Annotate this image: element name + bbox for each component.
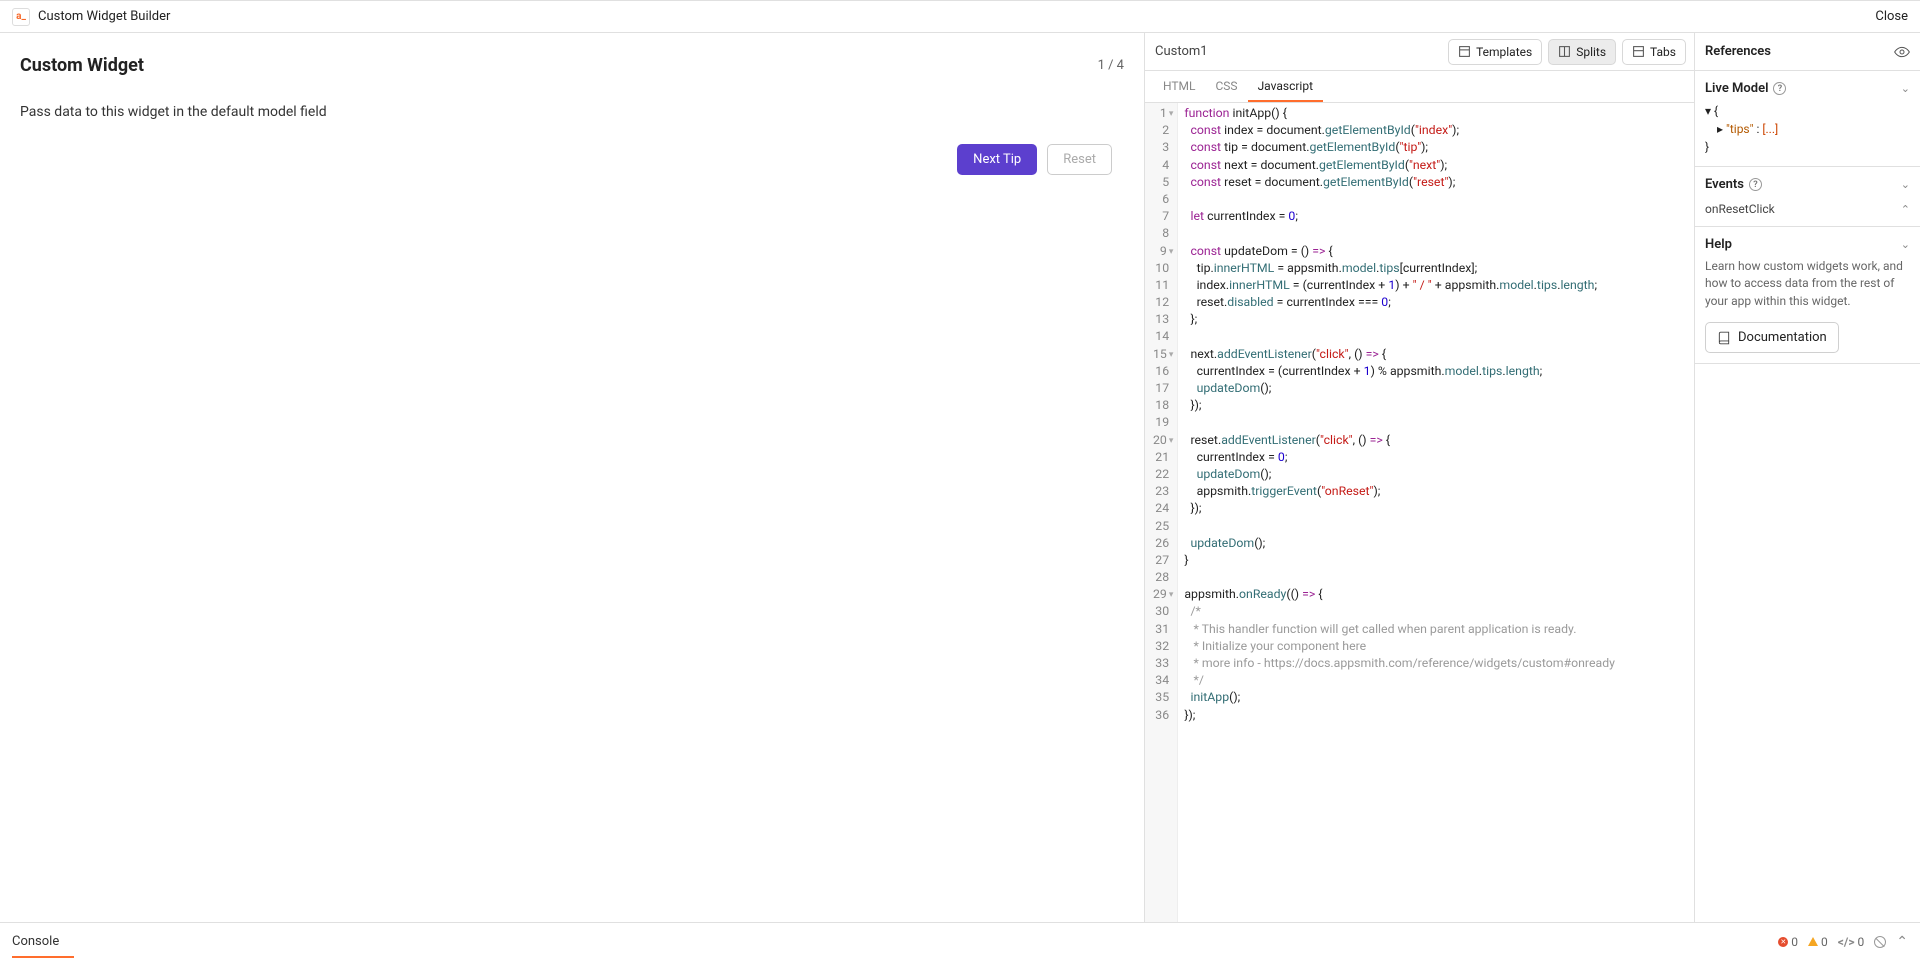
references-panel: References Live Model ? ⌄ ▾ { ▸ "tips" :…: [1695, 33, 1920, 922]
live-model-header[interactable]: Live Model ? ⌄: [1705, 81, 1910, 96]
chevron-down-icon: ⌄: [1901, 82, 1910, 95]
book-icon: [1717, 331, 1731, 345]
widget-name: Custom1: [1155, 44, 1208, 59]
clear-icon[interactable]: [1874, 936, 1886, 948]
tab-javascript[interactable]: Javascript: [1248, 71, 1323, 102]
app-header: a_ Custom Widget Builder Close: [0, 0, 1920, 33]
tabs-icon: [1632, 45, 1645, 58]
visibility-icon[interactable]: [1894, 44, 1910, 60]
references-title: References: [1705, 44, 1771, 59]
splits-icon: [1558, 45, 1571, 58]
next-tip-button[interactable]: Next Tip: [957, 144, 1037, 175]
tip-text: Pass data to this widget in the default …: [20, 104, 1124, 120]
chevron-down-icon: ⌄: [1901, 178, 1910, 191]
editor-panel: Custom1 Templates Splits Tabs HTML CSS J…: [1145, 33, 1695, 922]
console-tab[interactable]: Console: [12, 934, 59, 949]
live-model-section: Live Model ? ⌄ ▾ { ▸ "tips" : [...] }: [1695, 71, 1920, 167]
code-editor[interactable]: 1▾2 3 4 5 6 7 8 9▾10 11 12 13 14 15▾16 1…: [1145, 103, 1694, 922]
chevron-up-icon[interactable]: ⌃: [1896, 934, 1908, 950]
editor-tabs: HTML CSS Javascript: [1145, 71, 1694, 103]
help-icon[interactable]: ?: [1749, 178, 1762, 191]
appsmith-logo-icon: a_: [12, 8, 30, 26]
event-item[interactable]: onResetClick ⌃: [1705, 198, 1910, 216]
templates-icon: [1458, 45, 1471, 58]
error-count: ✕0: [1778, 935, 1798, 949]
widget-title: Custom Widget: [20, 55, 144, 76]
tab-html[interactable]: HTML: [1153, 71, 1206, 102]
documentation-button[interactable]: Documentation: [1705, 322, 1839, 353]
events-section: Events ? ⌄ onResetClick ⌃: [1695, 167, 1920, 227]
console-bar: Console ✕0 0 </>0 ⌃: [0, 922, 1920, 960]
info-count: </>0: [1838, 935, 1865, 949]
tabs-button[interactable]: Tabs: [1622, 39, 1686, 65]
events-header[interactable]: Events ? ⌄: [1705, 177, 1910, 192]
app-title: Custom Widget Builder: [38, 9, 170, 24]
help-header[interactable]: Help ⌄: [1705, 237, 1910, 252]
splits-button[interactable]: Splits: [1548, 39, 1616, 65]
help-icon[interactable]: ?: [1773, 82, 1786, 95]
close-button[interactable]: Close: [1875, 9, 1908, 24]
warning-count: 0: [1808, 935, 1828, 949]
templates-button[interactable]: Templates: [1448, 39, 1542, 65]
preview-panel: Custom Widget 1 / 4 Pass data to this wi…: [0, 33, 1145, 922]
chevron-down-icon: ⌄: [1901, 238, 1910, 251]
tab-css[interactable]: CSS: [1206, 71, 1248, 102]
live-model-json[interactable]: ▾ { ▸ "tips" : [...] }: [1705, 102, 1910, 156]
help-text: Learn how custom widgets work, and how t…: [1705, 258, 1910, 310]
tip-counter: 1 / 4: [1098, 58, 1124, 73]
help-section: Help ⌄ Learn how custom widgets work, an…: [1695, 227, 1920, 364]
reset-button[interactable]: Reset: [1047, 144, 1112, 175]
chevron-up-icon: ⌃: [1901, 203, 1910, 216]
